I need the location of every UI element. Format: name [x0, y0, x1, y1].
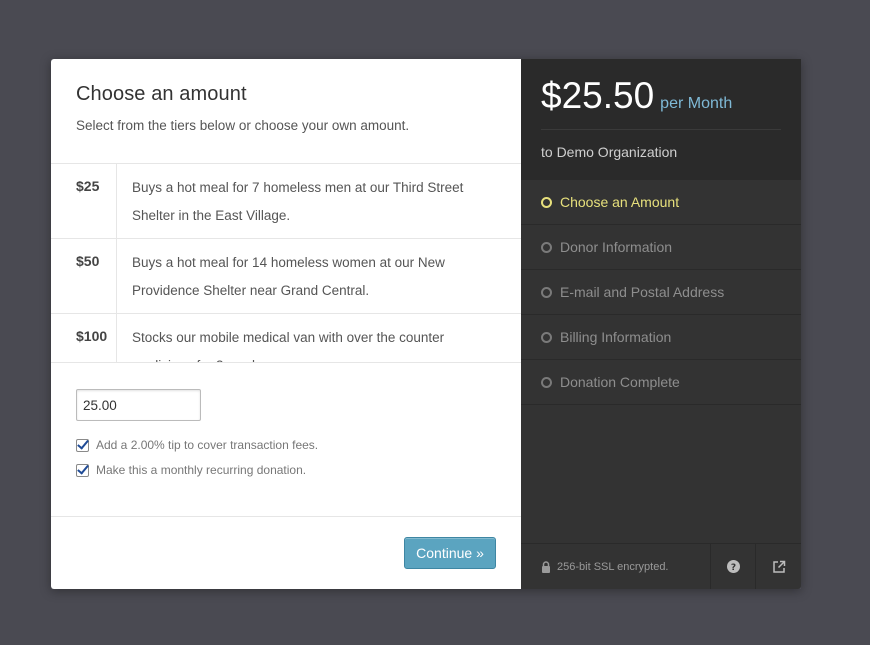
donation-price: $25.50 — [541, 75, 655, 116]
ssl-text: 256-bit SSL encrypted. — [557, 560, 669, 573]
panel-footer: 256-bit SSL encrypted. ? — [521, 543, 801, 589]
tier-description: Stocks our mobile medical van with over … — [132, 330, 445, 362]
donation-summary: $25.50 per Month to Demo Organization — [521, 59, 801, 180]
recurring-checkbox[interactable] — [76, 463, 89, 477]
divider — [51, 516, 521, 517]
tier-row[interactable]: $25 Buys a hot meal for 7 homeless men a… — [51, 164, 521, 239]
step-circle-icon — [541, 331, 552, 343]
tip-label: Add a 2.00% tip to cover transaction fee… — [96, 438, 319, 452]
help-button[interactable]: ? — [711, 544, 756, 589]
tip-option: Add a 2.00% tip to cover transaction fee… — [76, 438, 318, 452]
amount-header: Choose an amount Select from the tiers b… — [51, 59, 521, 163]
continue-button[interactable]: Continue » — [404, 537, 496, 569]
tier-amount: $50 — [51, 239, 117, 313]
page-subtitle: Select from the tiers below or choose yo… — [76, 118, 410, 133]
step-circle-icon — [541, 196, 552, 208]
step-label: Donation Complete — [560, 374, 680, 390]
tier-description: Buys a hot meal for 14 homeless women at… — [132, 255, 445, 298]
external-link-button[interactable] — [756, 544, 801, 589]
tier-amount: $25 — [51, 164, 117, 238]
price-line: $25.50 per Month — [541, 75, 781, 130]
summary-panel: $25.50 per Month to Demo Organization Ch… — [521, 59, 801, 589]
page-title: Choose an amount — [76, 83, 247, 105]
step-list: Choose an Amount Donor Information E-mai… — [521, 180, 801, 405]
step-billing-information[interactable]: Billing Information — [521, 315, 801, 360]
ssl-notice: 256-bit SSL encrypted. — [521, 544, 711, 589]
external-link-icon — [772, 560, 785, 573]
tier-description: Buys a hot meal for 7 homeless men at ou… — [132, 180, 464, 223]
step-label: Donor Information — [560, 239, 673, 255]
step-label: Billing Information — [560, 329, 672, 345]
step-circle-icon — [541, 286, 552, 298]
recurring-label: Make this a monthly recurring donation. — [96, 463, 307, 477]
tier-row[interactable]: $50 Buys a hot meal for 14 homeless wome… — [51, 239, 521, 314]
amount-panel: Choose an amount Select from the tiers b… — [51, 59, 521, 589]
step-label: E-mail and Postal Address — [560, 284, 725, 300]
donation-modal: Choose an amount Select from the tiers b… — [51, 59, 801, 589]
lock-icon — [542, 560, 550, 573]
tier-row[interactable]: $100 Stocks our mobile medical van with … — [51, 314, 521, 362]
step-label: Choose an Amount — [560, 194, 680, 210]
recipient-org: to Demo Organization — [541, 144, 678, 160]
step-email-postal[interactable]: E-mail and Postal Address — [521, 270, 801, 315]
tip-checkbox[interactable] — [76, 438, 89, 452]
amount-input[interactable] — [76, 389, 201, 421]
help-icon: ? — [726, 560, 740, 573]
step-choose-amount[interactable]: Choose an Amount — [521, 180, 801, 225]
step-circle-icon — [541, 376, 552, 388]
tier-amount: $100 — [51, 314, 117, 362]
step-donation-complete[interactable]: Donation Complete — [521, 360, 801, 405]
step-circle-icon — [541, 241, 552, 253]
tier-list[interactable]: $25 Buys a hot meal for 7 homeless men a… — [51, 163, 521, 363]
recurring-option: Make this a monthly recurring donation. — [76, 463, 306, 477]
step-donor-information[interactable]: Donor Information — [521, 225, 801, 270]
svg-text:?: ? — [730, 563, 735, 573]
donation-frequency: per Month — [660, 95, 733, 112]
